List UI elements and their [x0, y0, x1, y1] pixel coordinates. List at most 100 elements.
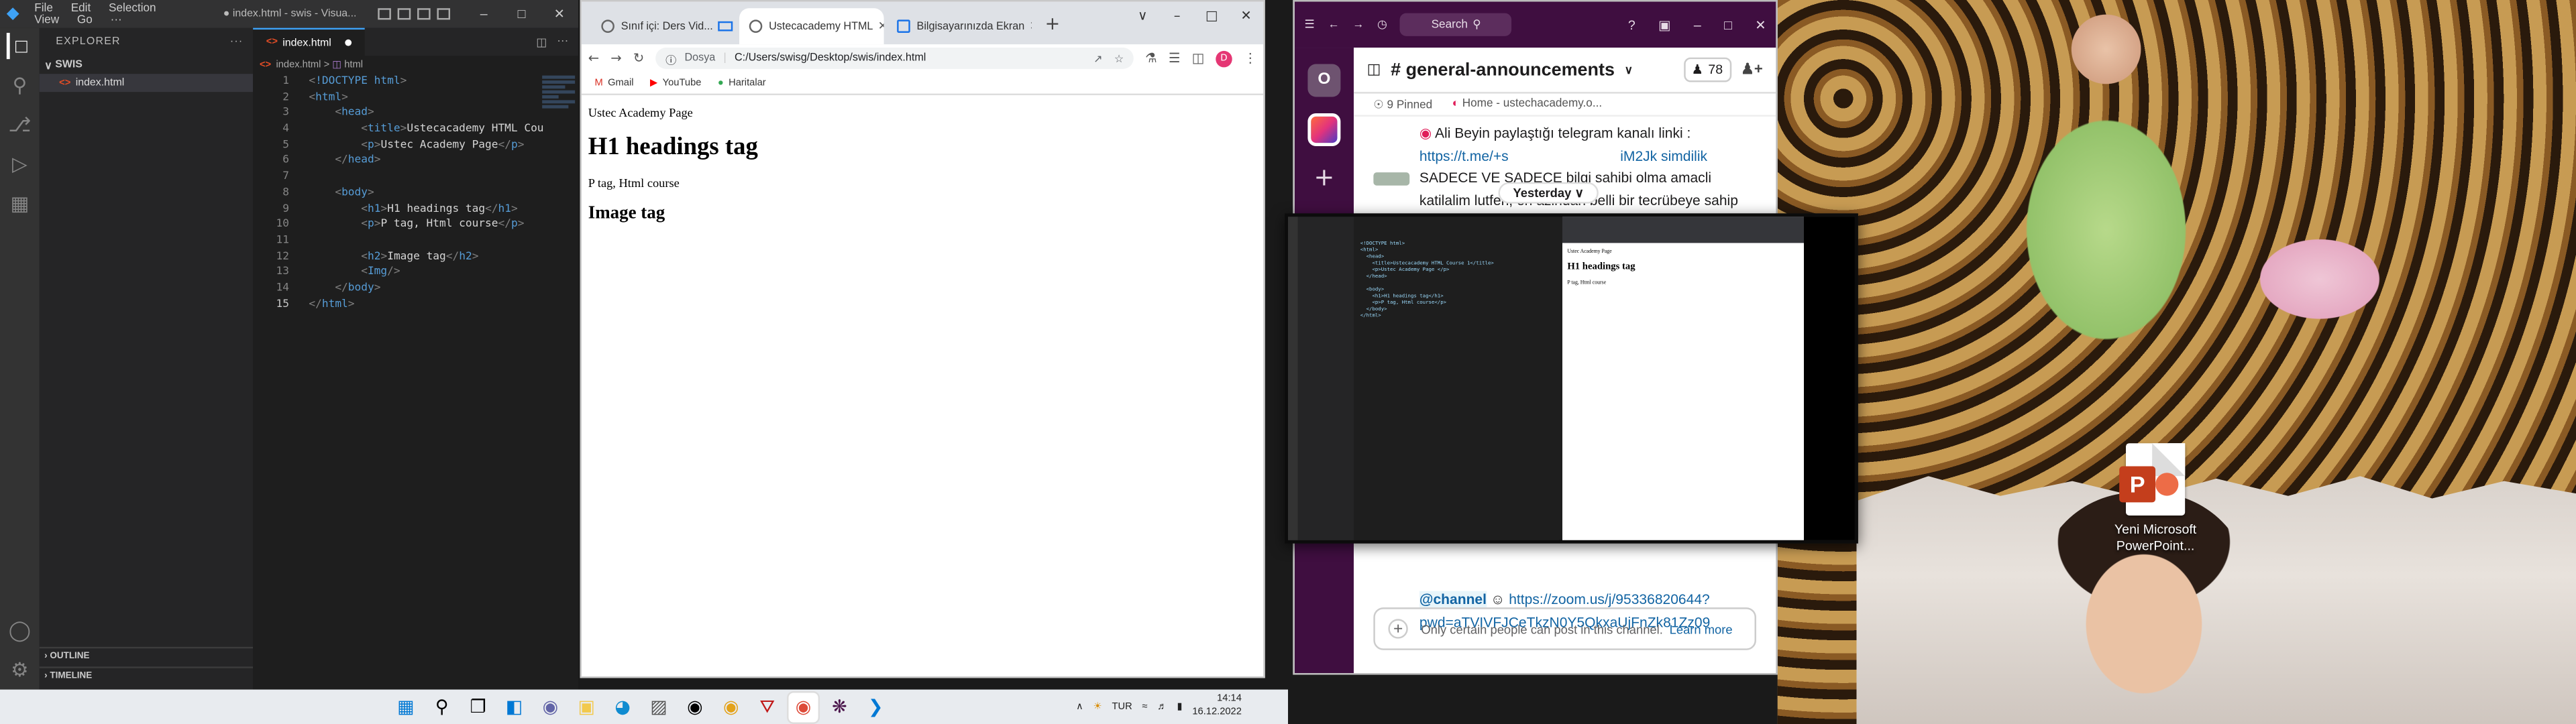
chrome-menu-icon[interactable]: ⋮: [1244, 51, 1257, 66]
volume-icon[interactable]: ♬: [1157, 702, 1167, 712]
extensions-icon[interactable]: ⚗: [1145, 51, 1157, 66]
chevron-up-icon[interactable]: ∧: [1076, 701, 1083, 713]
chevron-down-icon[interactable]: ∨: [1625, 63, 1633, 76]
account-icon[interactable]: ◯: [7, 617, 33, 644]
code-line[interactable]: 10 <p>P tag, Html course</p>: [253, 217, 578, 233]
explorer-more-icon[interactable]: ···: [230, 36, 244, 48]
forward-icon[interactable]: →: [610, 51, 621, 66]
timeline-section[interactable]: › TIMELINE: [39, 666, 254, 684]
slack-icon[interactable]: ❋: [824, 692, 854, 721]
code-line[interactable]: 13 <Img/>: [253, 265, 578, 281]
learn-more-link[interactable]: Learn more: [1670, 621, 1733, 636]
menu-view[interactable]: View: [34, 14, 59, 25]
tab-ustecacademy[interactable]: Ustecacademy HTML ✕: [739, 8, 884, 45]
customize-layout-icon[interactable]: [437, 8, 451, 20]
plus-icon[interactable]: +: [1388, 619, 1408, 639]
explorer-icon[interactable]: □: [6, 32, 33, 60]
code-line[interactable]: 5 <p>Ustec Academy Page</p>: [253, 137, 578, 154]
folder-swis[interactable]: ∨ SWIS: [40, 56, 253, 74]
menu-more[interactable]: ···: [111, 14, 122, 25]
teams-chat-icon[interactable]: ◉: [535, 692, 565, 721]
maximize-icon[interactable]: □: [1194, 1, 1228, 31]
minimap[interactable]: [542, 74, 576, 139]
run-debug-icon[interactable]: ▷: [7, 151, 33, 177]
chrome-icon[interactable]: ◉: [788, 692, 818, 722]
user-avatar[interactable]: ▣: [1658, 17, 1671, 32]
store-icon[interactable]: ▨: [644, 692, 674, 721]
workspace-o[interactable]: O: [1307, 64, 1341, 97]
tab-search-icon[interactable]: ∨: [1126, 1, 1160, 31]
bookmark-gmail[interactable]: M Gmail: [595, 78, 634, 88]
slack-search[interactable]: Search ⚲: [1400, 13, 1513, 36]
outline-section[interactable]: › OUTLINE: [39, 646, 254, 665]
task-view-icon[interactable]: ❐: [464, 692, 493, 721]
members-button[interactable]: ♟ 78: [1683, 57, 1731, 82]
search-icon[interactable]: ⚲: [427, 692, 457, 721]
history-icon[interactable]: ◷: [1377, 18, 1387, 31]
code-line[interactable]: 9 <h1>H1 headings tag</h1>: [253, 201, 578, 217]
bookmark-haritalar[interactable]: ● Haritalar: [718, 78, 766, 88]
reload-icon[interactable]: ↻: [633, 51, 644, 66]
media-icon[interactable]: ☰: [1169, 51, 1181, 66]
code-line[interactable]: 14 </body>: [253, 281, 578, 297]
toggle-sidebar-icon[interactable]: [378, 8, 391, 20]
toggle-secondary-sidebar-icon[interactable]: [417, 8, 431, 20]
tab-sinif-ici[interactable]: Sınıf içi: Ders Vid... ✕: [592, 8, 737, 44]
code-line[interactable]: 11: [253, 233, 578, 249]
desktop-icon-powerpoint[interactable]: P Yeni Microsoft PowerPoint...: [2110, 443, 2202, 555]
widgets-icon[interactable]: ◧: [499, 692, 529, 721]
tab-index-html[interactable]: <> index.html: [253, 27, 364, 56]
add-people-icon[interactable]: ♟+: [1741, 61, 1763, 79]
telegram-link[interactable]: https://t.me/+s: [1419, 147, 1509, 163]
edge-icon[interactable]: ◕: [608, 692, 637, 721]
avatar[interactable]: [1373, 172, 1410, 186]
forward-icon[interactable]: →: [1352, 19, 1364, 30]
minimize-icon[interactable]: –: [1694, 17, 1701, 32]
minimize-icon[interactable]: –: [1160, 1, 1194, 31]
github-icon[interactable]: ◉: [680, 692, 710, 721]
zoom-link[interactable]: https://zoom.us/j/95336820644?: [1509, 591, 1710, 607]
code-line[interactable]: 2 <html>: [253, 90, 578, 106]
channel-mention[interactable]: @channel: [1419, 591, 1487, 608]
help-icon[interactable]: ?: [1628, 17, 1635, 32]
close-tab-icon[interactable]: ✕: [1024, 19, 1032, 33]
mcafee-icon[interactable]: ⛛: [753, 692, 782, 721]
source-control-icon[interactable]: ⎇: [7, 112, 33, 138]
info-icon[interactable]: ⓘ: [665, 50, 676, 66]
code-line[interactable]: 8 <body>: [253, 185, 578, 201]
share-icon[interactable]: ↗: [1093, 52, 1103, 65]
unsaved-dot-icon[interactable]: [344, 39, 352, 46]
code-line[interactable]: 7: [253, 170, 578, 186]
bookmark-star-icon[interactable]: ☆: [1114, 52, 1124, 65]
editor-more-icon[interactable]: ···: [557, 36, 568, 48]
address-bar[interactable]: ⓘ Dosya | C:/Users/swisg/Desktop/swis/in…: [655, 48, 1134, 69]
wifi-icon[interactable]: ≈: [1142, 702, 1147, 712]
code-line[interactable]: 15 </html>: [253, 296, 578, 312]
code-line[interactable]: 1 <!DOCTYPE html>: [253, 74, 578, 90]
search-icon[interactable]: ⚲: [7, 72, 33, 99]
settings-gear-icon[interactable]: ⚙: [7, 657, 33, 683]
vscode-icon[interactable]: ❯: [861, 692, 890, 721]
weather-icon[interactable]: ☀: [1093, 701, 1102, 713]
start-icon[interactable]: ▦: [391, 692, 421, 721]
split-editor-icon[interactable]: ◫: [536, 36, 547, 48]
code-editor[interactable]: 1 <!DOCTYPE html> 2 <html> 3 <head> 4 <title>…: [253, 74, 578, 312]
new-tab-icon[interactable]: +: [1035, 12, 1070, 34]
battery-icon[interactable]: ▮: [1177, 701, 1183, 713]
maximize-icon[interactable]: □: [1724, 17, 1732, 32]
close-tab-icon[interactable]: ✕: [873, 19, 884, 33]
profile-avatar[interactable]: D: [1216, 50, 1232, 67]
file-index-html[interactable]: <> index.html: [39, 74, 254, 93]
code-line[interactable]: 3 <head>: [253, 106, 578, 122]
toggle-panel-icon[interactable]: [397, 8, 411, 20]
menu-edit[interactable]: Edit: [71, 3, 91, 14]
back-icon[interactable]: ←: [588, 51, 599, 66]
back-icon[interactable]: ←: [1328, 19, 1339, 30]
code-line[interactable]: 4 <title>Ustecacademy HTML Cou: [253, 121, 578, 137]
maximize-icon[interactable]: □: [502, 7, 540, 21]
chrome-canary-icon[interactable]: ◉: [716, 692, 746, 721]
channel-name[interactable]: # general-announcements: [1391, 60, 1615, 79]
pinned-button[interactable]: ☉ 9 Pinned: [1373, 98, 1432, 111]
screen-share-preview[interactable]: <!DOCTYPE html> <html> <head> <title>Ust…: [1285, 213, 1858, 544]
tab-bilgisayariniz[interactable]: Bilgisayarınızda Ekran ✕: [887, 8, 1032, 44]
